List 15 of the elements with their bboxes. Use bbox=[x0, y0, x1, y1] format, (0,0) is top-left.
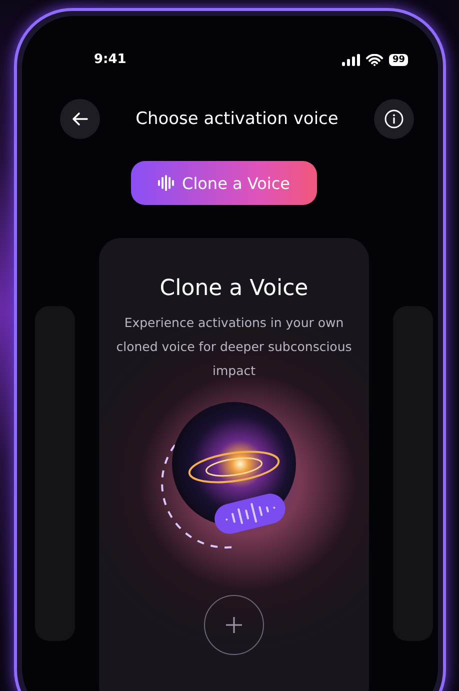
card-description: Experience activations in your own cloned voice for deeper subconscious impact bbox=[115, 314, 353, 380]
info-icon bbox=[384, 109, 404, 129]
screen-title: Choose activation voice bbox=[136, 109, 338, 129]
signal-icon bbox=[342, 54, 360, 66]
back-arrow-icon bbox=[72, 112, 88, 126]
info-button[interactable] bbox=[374, 99, 414, 139]
waveform-icon bbox=[158, 175, 174, 191]
back-button[interactable] bbox=[60, 99, 100, 139]
add-button[interactable] bbox=[204, 595, 264, 655]
card-title: Clone a Voice bbox=[160, 276, 308, 301]
battery-indicator: 99 bbox=[389, 54, 408, 66]
status-time: 9:41 bbox=[94, 52, 126, 67]
wifi-icon bbox=[366, 54, 384, 66]
plus-icon bbox=[225, 616, 243, 634]
clone-voice-button[interactable]: Clone a Voice bbox=[131, 161, 317, 205]
